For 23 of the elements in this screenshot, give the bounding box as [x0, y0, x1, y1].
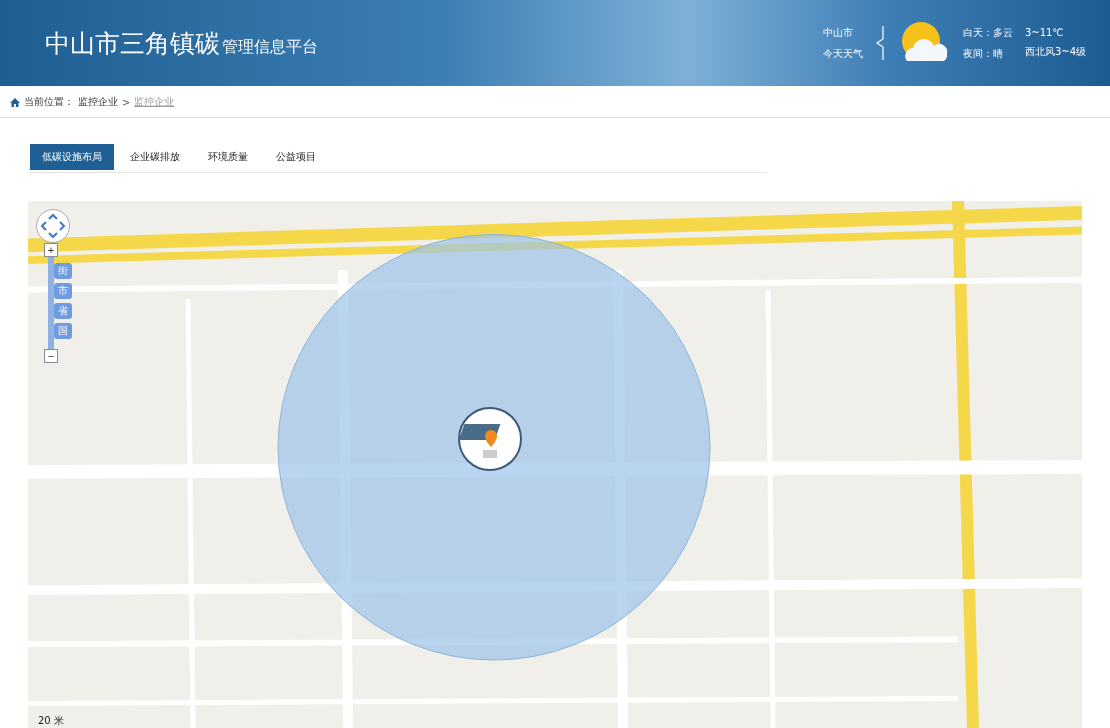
- tab[interactable]: 低碳设施布局: [30, 144, 114, 170]
- pan-arrows-icon: [38, 211, 68, 241]
- weather-city: 中山市: [822, 25, 854, 40]
- breadcrumb-separator: >: [122, 96, 131, 108]
- weather-label: 今天天气: [822, 46, 863, 61]
- zoom-slider-track[interactable]: [48, 257, 54, 349]
- temperature: 3~11℃: [1024, 27, 1065, 38]
- map-view[interactable]: + 街 市 省 国 − 20 米: [28, 201, 1082, 728]
- night-weather: 夜间：晴: [962, 46, 1004, 61]
- breadcrumb-label: 当前位置：: [24, 95, 74, 109]
- day-weather: 白天：多云: [962, 25, 1013, 40]
- home-icon: [10, 97, 20, 107]
- tab[interactable]: 公益项目: [264, 144, 328, 170]
- site-title: 中山市三角镇碳管理信息平台: [45, 27, 318, 60]
- tab[interactable]: 环境质量: [196, 144, 260, 170]
- zoom-in-button[interactable]: +: [44, 243, 58, 257]
- tab[interactable]: 企业碳排放: [118, 144, 192, 170]
- facility-marker-icon[interactable]: [457, 406, 523, 472]
- breadcrumb-link[interactable]: 监控企业: [78, 95, 118, 109]
- zoom-out-button[interactable]: −: [44, 349, 58, 363]
- map-scale: 20 米: [38, 714, 64, 728]
- wind: 西北风3~4级: [1024, 45, 1086, 59]
- bracket-icon: [874, 25, 885, 61]
